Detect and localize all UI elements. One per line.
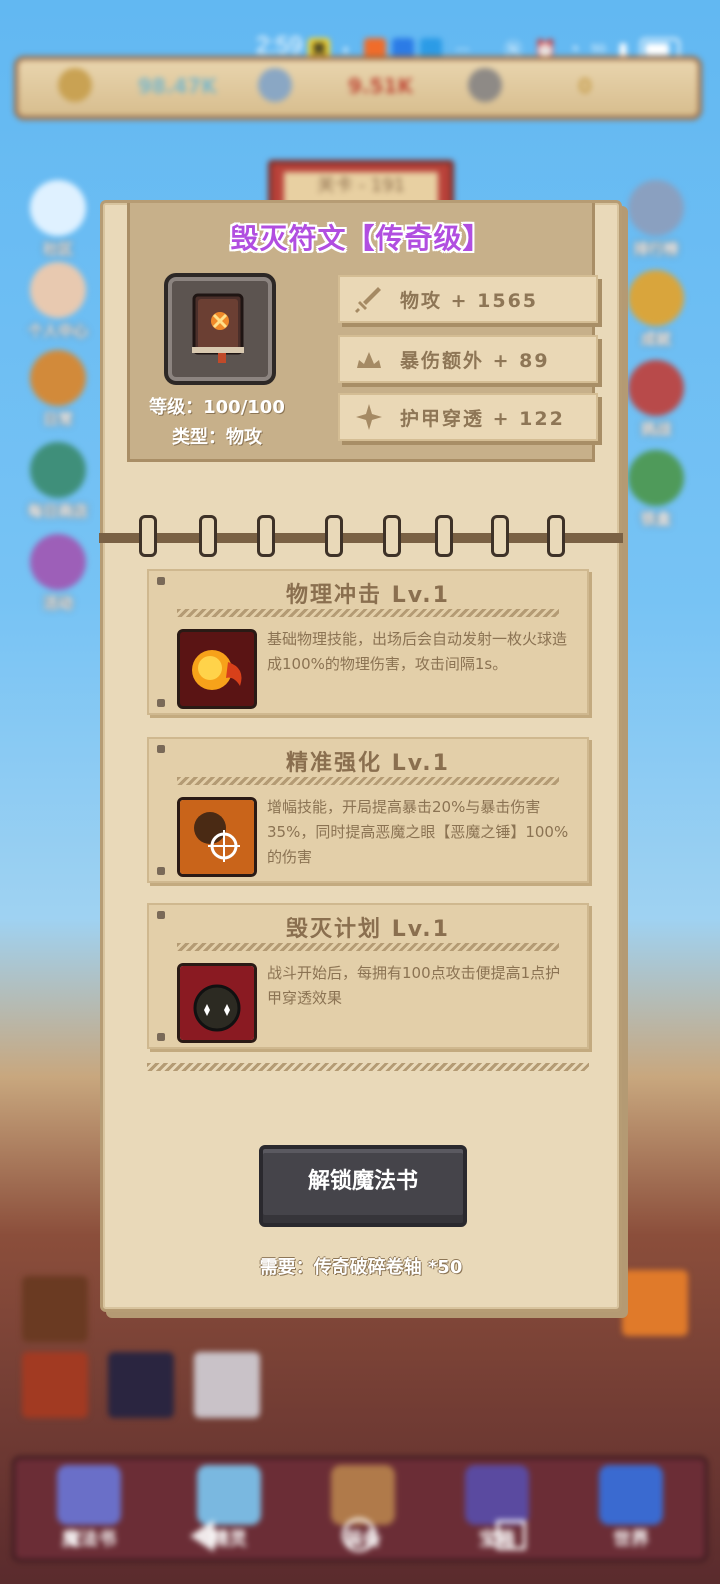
system-nav-bar: [0, 1518, 720, 1560]
home-icon[interactable]: [342, 1518, 376, 1552]
recent-apps-icon[interactable]: [496, 1520, 526, 1550]
sparkle-icon: [352, 402, 386, 432]
skill-card: 物理冲击 Lv.1 基础物理技能，出场后会自动发射一枚火球造成100%的物理伤害…: [147, 569, 589, 715]
item-icon-frame: [164, 273, 276, 385]
spirit-icon: [197, 1465, 261, 1525]
stat-text: 物攻 + 1565: [400, 289, 539, 312]
rune-detail-modal: 毁灭符文【传奇级】 等级：100/100 类型：物攻 物攻 + 1565 暴伤额…: [99, 200, 623, 1312]
skill-description: 基础物理技能，出场后会自动发射一枚火球造成100%的物理伤害，攻击间隔1s。: [267, 630, 568, 673]
key-icon: [468, 68, 502, 102]
skill-card: 精准强化 Lv.1 增幅技能，开局提高暴击20%与暴击伤害35%，同时提高恶魔之…: [147, 737, 589, 883]
chest-icon: [465, 1465, 529, 1525]
stat-row: 物攻 + 1565: [338, 275, 598, 323]
book-slot[interactable]: [22, 1352, 88, 1418]
fireball-icon: [177, 629, 257, 709]
unlock-spellbook-button[interactable]: 解锁魔法书: [259, 1145, 467, 1227]
back-icon[interactable]: [190, 1520, 214, 1552]
equipment-icon: [331, 1465, 395, 1525]
side-button-daily[interactable]: 日常: [28, 350, 88, 429]
key-count: 0: [578, 74, 592, 98]
spellbook-icon: [192, 293, 244, 363]
side-button-profile[interactable]: 个人中心: [28, 262, 88, 341]
dark-orb-icon: [177, 963, 257, 1043]
book-slot[interactable]: [108, 1352, 174, 1418]
side-button-iron-box[interactable]: 铁盒: [626, 450, 686, 529]
magic-book-icon: [57, 1465, 121, 1525]
skill-name: 物理冲击 Lv.1: [286, 583, 450, 608]
sword-icon: [352, 284, 386, 314]
stat-text: 护甲穿透 + 122: [400, 407, 565, 430]
notebook-binding: [99, 515, 623, 557]
crown-burst-icon: [352, 344, 386, 374]
side-button-daily-shop[interactable]: 每日商店: [28, 442, 88, 521]
item-header: 毁灭符文【传奇级】 等级：100/100 类型：物攻 物攻 + 1565 暴伤额…: [127, 203, 598, 462]
side-button-leaderboard[interactable]: 排行榜: [626, 180, 686, 259]
unlock-requirement: 需要：传奇破碎卷轴 *50: [259, 1257, 463, 1278]
coin-icon: [58, 68, 92, 102]
side-button-challenge[interactable]: 挑战: [626, 360, 686, 439]
skill-name: 毁灭计划 Lv.1: [286, 917, 450, 942]
gem-icon: [258, 68, 292, 102]
book-slot[interactable]: [194, 1352, 260, 1418]
skill-name: 精准强化 Lv.1: [286, 751, 450, 776]
stat-text: 暴伤额外 + 89: [400, 349, 550, 372]
stat-row: 暴伤额外 + 89: [338, 335, 598, 383]
book-slot[interactable]: [22, 1276, 88, 1342]
book-slot[interactable]: [622, 1270, 688, 1336]
gem-count: 9.51K: [348, 74, 413, 98]
stat-row: 护甲穿透 + 122: [338, 393, 598, 441]
item-title: 毁灭符文【传奇级】: [230, 222, 492, 255]
item-type: 类型：物攻: [172, 427, 262, 448]
item-meta: 等级：100/100 类型：物攻: [140, 393, 294, 453]
skill-description: 增幅技能，开局提高暴击20%与暴击伤害35%，同时提高恶魔之眼【恶魔之锤】100…: [267, 798, 569, 866]
skill-card: 毁灭计划 Lv.1 战斗开始后，每拥有100点攻击便提高1点护甲穿透效果: [147, 903, 589, 1049]
target-icon: [177, 797, 257, 877]
item-level: 等级：100/100: [149, 397, 285, 418]
side-button-community[interactable]: 社区: [28, 180, 88, 259]
world-icon: [599, 1465, 663, 1525]
resource-bar: 98.47K 9.51K 0: [14, 56, 702, 120]
side-button-event[interactable]: 活动: [28, 534, 88, 613]
network-type: 5G: [591, 43, 607, 55]
coin-count: 98.47K: [138, 74, 217, 98]
skill-description: 战斗开始后，每拥有100点攻击便提高1点护甲穿透效果: [267, 964, 561, 1007]
side-button-achievements[interactable]: 成就: [626, 270, 686, 349]
